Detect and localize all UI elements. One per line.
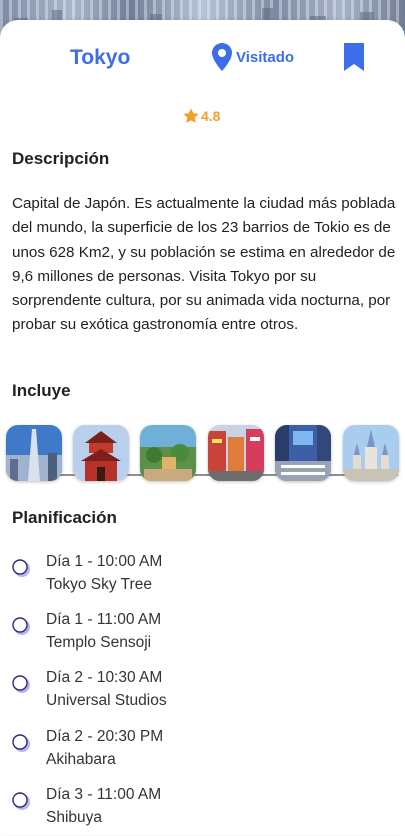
plan-place: Shibuya [46, 809, 103, 826]
plan-time: Día 3 - 11:00 AM [46, 786, 162, 803]
photo-street [208, 425, 264, 481]
gallery-photo[interactable] [73, 425, 129, 481]
detail-card [0, 20, 405, 835]
photo-crossing [275, 425, 331, 481]
description-heading: Descripción [12, 149, 110, 168]
plan-time: Día 1 - 10:00 AM [46, 553, 163, 570]
photo-castle [343, 425, 399, 481]
includes-heading: Incluye [12, 381, 71, 400]
gallery-photo[interactable] [140, 425, 196, 481]
gallery-photo[interactable] [275, 425, 331, 481]
planning-heading: Planificación [12, 508, 117, 527]
plan-place: Universal Studios [46, 692, 167, 709]
photo-theme-park [140, 425, 196, 481]
plan-time: Día 2 - 20:30 PM [46, 728, 164, 745]
rating-value: 4.8 [201, 108, 221, 124]
circle-dot-icon [12, 617, 30, 635]
visited-button[interactable]: Visitado [210, 42, 294, 72]
plan-time: Día 1 - 11:00 AM [46, 611, 162, 628]
plan-place: Akihabara [46, 751, 116, 768]
plan-place: Templo Sensoji [46, 634, 152, 651]
photo-temple [73, 425, 129, 481]
photo-tower [6, 425, 62, 481]
plan-place: Tokyo Sky Tree [46, 576, 152, 593]
visited-label: Visitado [236, 48, 295, 66]
gallery-photo[interactable] [208, 425, 264, 481]
plan-time: Día 2 - 10:30 AM [46, 669, 163, 686]
star-icon [183, 108, 199, 123]
circle-dot-icon [12, 675, 30, 693]
circle-dot-icon [12, 792, 30, 810]
circle-dot-icon [12, 734, 30, 752]
bookmark-icon [344, 43, 364, 71]
description-text: Capital de Japón. Es actualmente la ciud… [12, 195, 396, 334]
circle-dot-icon [12, 559, 30, 577]
gallery-photo[interactable] [343, 425, 399, 481]
place-title: Tokyo [70, 46, 131, 69]
gallery-photo[interactable] [6, 425, 62, 481]
rating: 4.8 [182, 107, 220, 125]
bookmark-button[interactable] [342, 42, 366, 72]
gallery-scrollbar[interactable] [10, 474, 398, 476]
location-pin-icon [212, 43, 232, 71]
